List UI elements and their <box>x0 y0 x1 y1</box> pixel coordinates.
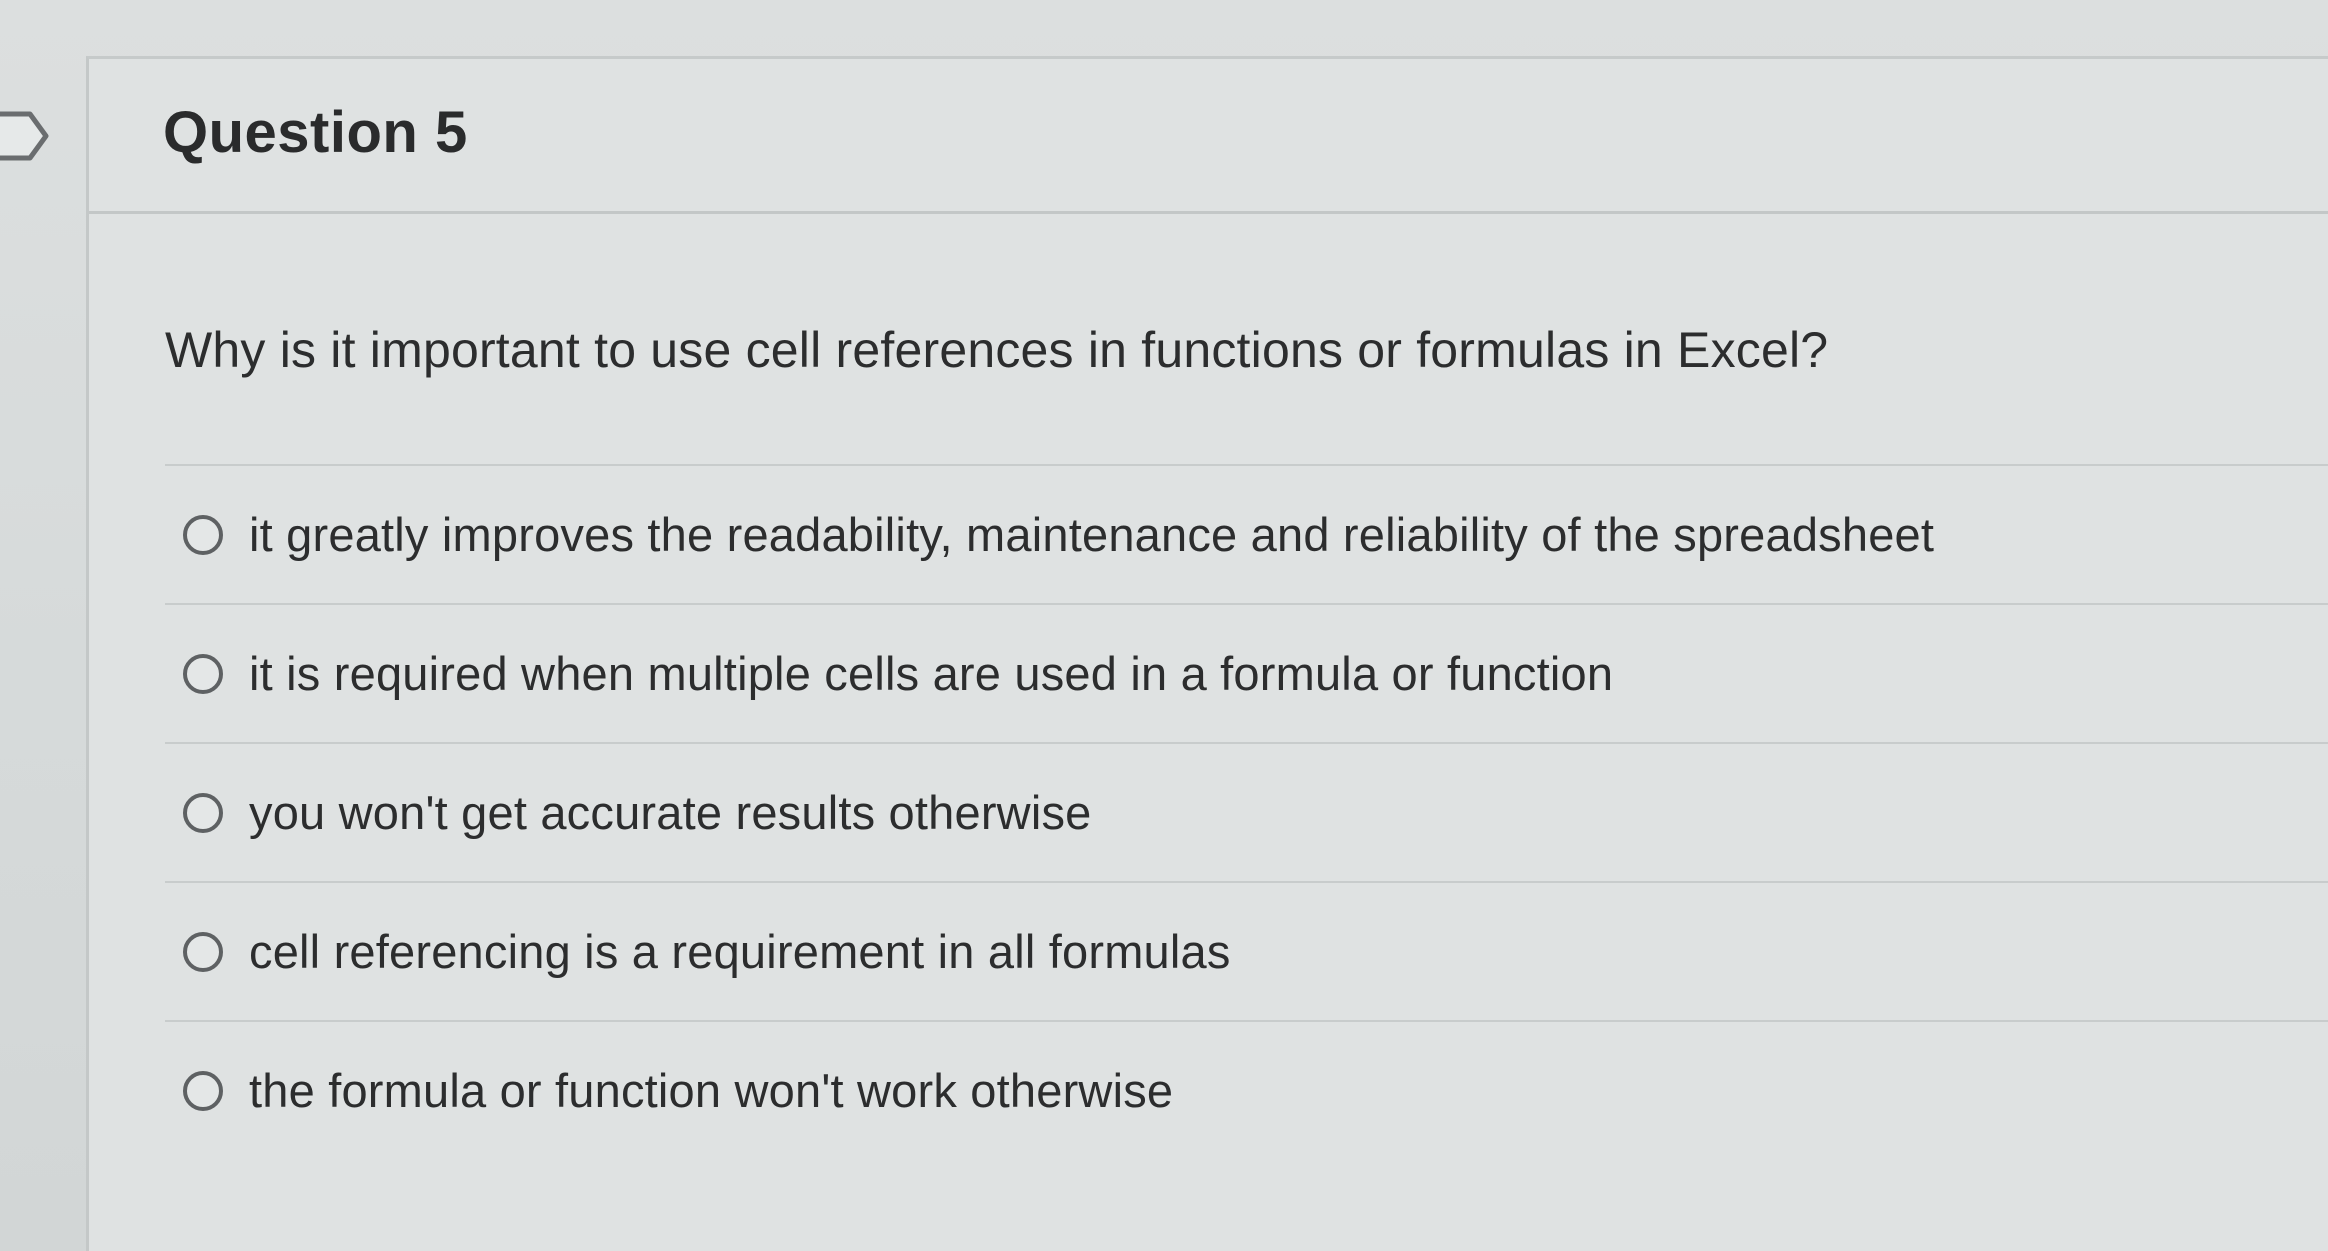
radio-button-icon[interactable] <box>183 1070 223 1111</box>
answer-option-1[interactable]: it greatly improves the readability, mai… <box>165 464 2328 603</box>
answer-option-label[interactable]: the formula or function won't work other… <box>249 1063 1173 1118</box>
answer-options: it greatly improves the readability, mai… <box>165 464 2328 1159</box>
radio-button-icon[interactable] <box>183 792 223 833</box>
radio-button-icon[interactable] <box>183 653 223 694</box>
question-prompt: Why is it important to use cell referenc… <box>165 322 1829 378</box>
answer-option-2[interactable]: it is required when multiple cells are u… <box>165 603 2328 742</box>
answer-option-label[interactable]: it is required when multiple cells are u… <box>249 646 1613 701</box>
answer-option-label[interactable]: cell referencing is a requirement in all… <box>249 924 1231 979</box>
quiz-page: Question 5 Why is it important to use ce… <box>0 0 2328 1251</box>
question-card: Question 5 Why is it important to use ce… <box>86 56 2328 1251</box>
radio-button-icon[interactable] <box>183 514 223 555</box>
answer-option-4[interactable]: cell referencing is a requirement in all… <box>165 881 2328 1020</box>
radio-button-icon[interactable] <box>183 931 223 972</box>
answer-option-label[interactable]: you won't get accurate results otherwise <box>249 785 1092 840</box>
question-title: Question 5 <box>163 100 468 165</box>
answer-option-5[interactable]: the formula or function won't work other… <box>165 1020 2328 1159</box>
question-header: Question 5 <box>89 59 2328 214</box>
answer-option-3[interactable]: you won't get accurate results otherwise <box>165 742 2328 881</box>
answer-option-label[interactable]: it greatly improves the readability, mai… <box>249 507 1934 562</box>
question-flag-icon[interactable] <box>0 110 52 162</box>
